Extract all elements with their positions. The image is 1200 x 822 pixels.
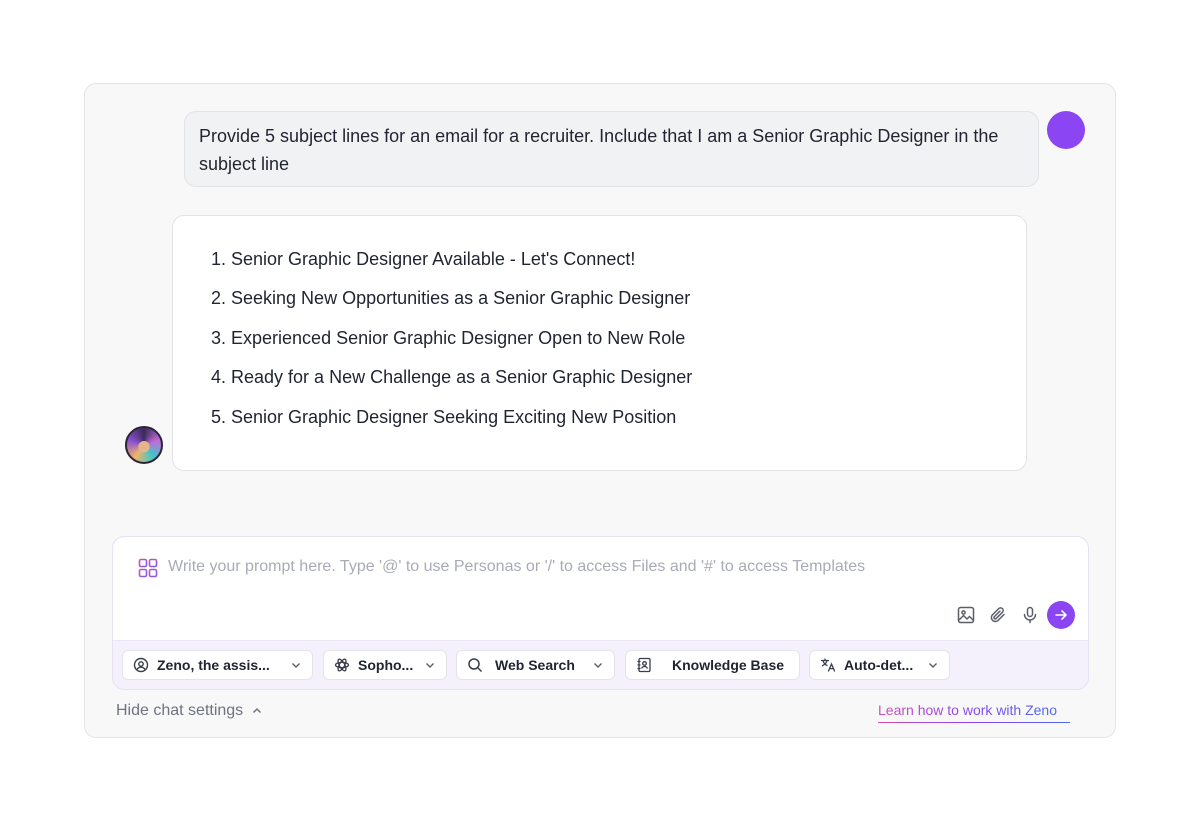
paperclip-icon[interactable] [987, 604, 1009, 626]
chevron-up-icon [253, 707, 262, 714]
list-item: 4. Ready for a New Challenge as a Senior… [211, 367, 693, 388]
templates-grid-icon[interactable] [138, 558, 158, 578]
contacts-book-icon [637, 657, 651, 673]
knowledge-base-label: Knowledge Base [672, 657, 785, 673]
persona-selector[interactable]: Zeno, the assis... [122, 650, 313, 680]
list-item: 5. Senior Graphic Designer Seeking Excit… [211, 406, 677, 427]
chevron-down-icon [929, 663, 937, 668]
list-item: 3. Experienced Senior Graphic Designer O… [211, 327, 686, 348]
image-icon[interactable] [955, 604, 977, 626]
arrow-right-icon [1055, 610, 1067, 620]
assistant-avatar [125, 426, 163, 464]
model-icon [334, 658, 350, 672]
subject-lines-list: 1. Senior Graphic Designer Available - L… [211, 249, 1000, 446]
chevron-down-icon [426, 663, 434, 668]
hide-chat-settings-button[interactable]: Hide chat settings [116, 702, 263, 720]
learn-zeno-link[interactable]: Learn how to work with Zeno [878, 702, 1057, 720]
microphone-icon[interactable] [1019, 604, 1041, 626]
user-message: Provide 5 subject lines for an email for… [184, 111, 1039, 187]
model-selector-label: Sopho... [358, 657, 414, 673]
chevron-down-icon [292, 663, 300, 668]
list-item: 2. Seeking New Opportunities as a Senior… [211, 288, 691, 309]
language-selector-label: Auto-det... [844, 657, 914, 673]
persona-selector-label: Zeno, the assis... [157, 657, 270, 673]
prompt-input[interactable] [168, 555, 1048, 579]
link-underline [878, 722, 1070, 723]
knowledge-base-button[interactable]: Knowledge Base [625, 650, 800, 680]
assistant-message: 1. Senior Graphic Designer Available - L… [172, 215, 1027, 471]
persona-icon [133, 657, 149, 673]
web-search-label: Web Search [495, 657, 575, 673]
chevron-down-icon [594, 663, 602, 668]
chat-panel: Provide 5 subject lines for an email for… [84, 83, 1116, 738]
web-search-toggle[interactable]: Web Search [456, 650, 615, 680]
prompt-box [113, 537, 1088, 641]
language-selector[interactable]: Auto-det... [809, 650, 950, 680]
user-avatar[interactable] [1047, 111, 1085, 149]
list-item: 1. Senior Graphic Designer Available - L… [211, 249, 636, 269]
user-message-text: Provide 5 subject lines for an email for… [199, 126, 999, 174]
model-selector[interactable]: Sopho... [323, 650, 447, 680]
prompt-composer: Zeno, the assis... Sopho... Web Search K… [112, 536, 1089, 690]
translate-icon [820, 658, 836, 672]
send-button[interactable] [1047, 601, 1075, 629]
hide-chat-settings-label: Hide chat settings [116, 702, 244, 719]
search-icon [468, 658, 483, 673]
